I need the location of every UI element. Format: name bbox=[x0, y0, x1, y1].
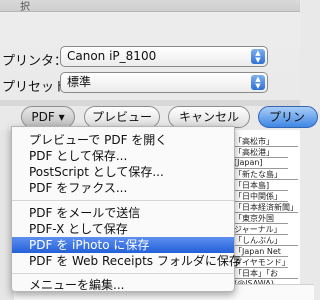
title-strip: 択 bbox=[0, 0, 300, 13]
document-text-line: 「日本」「お bbox=[234, 269, 278, 278]
preview-button[interactable]: プレビュー bbox=[84, 106, 160, 128]
document-text-line: 「日本経済新聞」 bbox=[234, 203, 298, 212]
document-text-line: 「Japan Net bbox=[234, 247, 281, 256]
menu-item-save-as-postscript[interactable]: PostScript として保存... bbox=[12, 164, 234, 180]
title-fragment: 択 bbox=[20, 2, 30, 13]
menu-item-edit-menu[interactable]: メニューを編集... bbox=[12, 277, 234, 293]
document-text-line: ジャーナル」 bbox=[234, 225, 282, 234]
document-text-line: [Japan] bbox=[234, 158, 263, 167]
popup-stepper-icon: ▲ ▼ bbox=[251, 75, 265, 90]
menu-item-mail-pdf[interactable]: PDF をメールで送信 bbox=[12, 205, 234, 221]
printer-popup[interactable]: Canon iP_8100 ▲ ▼ bbox=[60, 46, 268, 67]
menu-separator bbox=[12, 200, 234, 201]
print-button[interactable]: プリン bbox=[258, 106, 318, 128]
document-text-line: 「高松港」 bbox=[234, 148, 274, 157]
preset-popup[interactable]: 標準 ▲ ▼ bbox=[60, 72, 268, 93]
document-text-line: 「しんぶん」 bbox=[234, 236, 282, 245]
menu-item-save-as-pdf-x[interactable]: PDF-X として保存 bbox=[12, 221, 234, 237]
document-text-line: 「高松市」 bbox=[234, 137, 274, 146]
document-text-line: ダイヤモンド」 bbox=[234, 258, 290, 267]
menu-item-save-pdf-to-iphoto[interactable]: PDF を iPhoto に保存 bbox=[12, 237, 234, 253]
printer-label: プリンタ： bbox=[2, 54, 68, 69]
menu-item-fax-pdf[interactable]: PDF をファクス... bbox=[12, 180, 234, 196]
menu-separator bbox=[12, 273, 234, 274]
document-text-line: 「東京外国 bbox=[234, 214, 274, 223]
cancel-button[interactable]: キャンセル bbox=[168, 106, 250, 128]
printer-value: Canon iP_8100 bbox=[67, 49, 157, 63]
preset-value: 標準 bbox=[67, 75, 92, 89]
pdf-dropdown-menu: プレビューで PDF を開く PDF として保存... PostScript と… bbox=[11, 126, 241, 293]
document-text-line: 「日中関係」 bbox=[234, 192, 282, 201]
popup-stepper-icon: ▲ ▼ bbox=[251, 49, 265, 64]
pdf-menu-button[interactable]: PDF ▾ bbox=[21, 106, 75, 128]
document-text-line: 「新たな島」 bbox=[234, 170, 282, 179]
menu-item-save-as-pdf[interactable]: PDF として保存... bbox=[12, 148, 234, 164]
menu-item-save-pdf-to-web-receipts[interactable]: PDF を Web Receipts フォルダに保存 bbox=[12, 253, 241, 269]
menu-item-open-pdf-in-preview[interactable]: プレビューで PDF を開く bbox=[12, 132, 234, 148]
print-dialog: 択 プリンタ： Canon iP_8100 ▲ ▼ プリセット： 標準 ▲ ▼ PD… bbox=[0, 0, 318, 300]
document-text-line: 「日本島] bbox=[234, 181, 270, 190]
